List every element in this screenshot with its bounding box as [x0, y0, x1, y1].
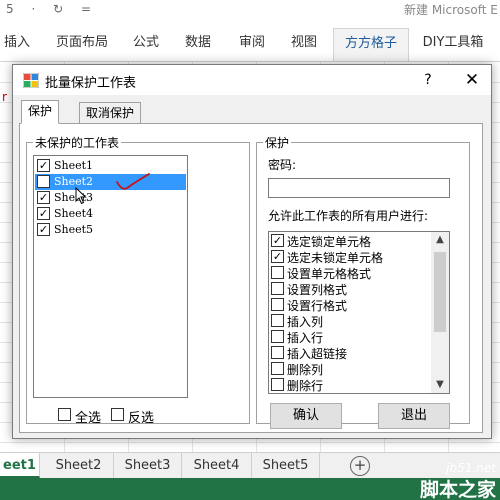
scroll-down-icon[interactable]: ▼	[431, 377, 449, 393]
customize-qat-icon[interactable]: =	[81, 2, 91, 16]
sheet-checkbox[interactable]: ✓	[37, 207, 50, 220]
mouse-cursor-icon	[75, 187, 87, 205]
sheet-tab-2[interactable]: Sheet2	[44, 453, 114, 478]
permission-label: 设置单元格格式	[287, 267, 372, 281]
ribbon-tab-formulas[interactable]: 公式	[128, 28, 164, 61]
permission-label: 删除列	[287, 363, 324, 377]
close-button[interactable]: ✕	[457, 69, 487, 91]
protect-options-label: 保护	[263, 134, 292, 151]
invert-selection-label: 反选	[128, 411, 155, 426]
sheet-tab-4[interactable]: Sheet4	[182, 453, 252, 478]
allow-users-label: 允许此工作表的所有用户进行:	[268, 209, 429, 223]
permission-label: 插入行	[287, 331, 324, 345]
ribbon-tab-fangfang[interactable]: 方方格子	[333, 28, 409, 61]
ribbon-tab-bar: 插入 页面布局 公式 数据 审阅 视图 方方格子 DIY工具箱	[0, 28, 500, 62]
list-item[interactable]: ✓ Sheet3	[35, 190, 186, 206]
exit-button[interactable]: 退出	[378, 403, 450, 429]
sheet-tab-3[interactable]: Sheet3	[114, 453, 182, 478]
app-icon	[23, 73, 39, 88]
scroll-thumb[interactable]	[434, 252, 446, 332]
sheet-checkbox[interactable]	[37, 175, 50, 188]
sheet-tab-1[interactable]: eet1	[0, 453, 40, 478]
permission-label: 插入超链接	[287, 347, 348, 361]
ribbon-tab-review[interactable]: 审阅	[234, 28, 270, 61]
sheet-name: Sheet5	[54, 223, 94, 236]
undo-icon[interactable]: 5	[6, 2, 14, 16]
cell-red-mark: r	[2, 90, 7, 104]
sheet-name: Sheet4	[54, 207, 94, 220]
ribbon-tab-view[interactable]: 视图	[286, 28, 322, 61]
watermark-url: jb51.net	[446, 461, 496, 475]
list-item[interactable]: ✓ Sheet5	[35, 222, 186, 238]
excel-title-bar: 5 · ↻ = 新建 Microsoft E	[0, 0, 500, 28]
select-all-label: 全选	[75, 411, 102, 426]
sheet-checkbox[interactable]: ✓	[37, 223, 50, 236]
permission-label: 设置列格式	[287, 283, 348, 297]
permission-label: 选定锁定单元格	[287, 235, 372, 249]
site-watermark: jb51.net 脚本之家	[410, 461, 500, 500]
list-item[interactable]: Sheet2	[35, 174, 186, 190]
add-sheet-icon[interactable]: +	[350, 456, 370, 476]
unprotected-sheets-label: 未保护的工作表	[33, 134, 122, 151]
password-label: 密码:	[268, 158, 297, 172]
redo-icon[interactable]: ↻	[53, 2, 63, 16]
sheet-tab-5[interactable]: Sheet5	[252, 453, 320, 478]
dialog-title-bar[interactable]: 批量保护工作表 ? ✕	[13, 65, 491, 95]
list-item[interactable]: ✓ Sheet1	[35, 158, 186, 174]
ribbon-tab-data[interactable]: 数据	[180, 28, 216, 61]
tab-unprotect[interactable]: 取消保护	[79, 102, 142, 124]
red-check-annotation	[116, 173, 150, 190]
scroll-up-icon[interactable]: ▲	[431, 232, 449, 248]
sheet-checkbox[interactable]: ✓	[37, 159, 50, 172]
sheet-name: Sheet3	[54, 191, 94, 204]
ribbon-tab-insert[interactable]: 插入	[0, 28, 34, 61]
sheet-name: Sheet2	[54, 175, 94, 188]
permissions-list[interactable]: ✓ 选定锁定单元格 ✓ 选定未锁定单元格 设置单元格格式 设置列格式 设置行格式…	[268, 231, 450, 394]
permission-label: 选定未锁定单元格	[287, 251, 384, 265]
confirm-button[interactable]: 确认	[270, 403, 342, 429]
dialog-title: 批量保护工作表	[45, 76, 137, 91]
list-item[interactable]: ✓ Sheet4	[35, 206, 186, 222]
document-title: 新建 Microsoft E	[404, 3, 498, 17]
permission-label: 删除行	[287, 379, 324, 393]
sheet-checkbox[interactable]: ✓	[37, 191, 50, 204]
separator: ·	[31, 2, 36, 16]
permissions-scrollbar[interactable]: ▲ ▼	[431, 232, 449, 393]
help-button[interactable]: ?	[413, 69, 443, 91]
quick-access-toolbar: 5 · ↻ =	[6, 2, 105, 16]
permission-label: 插入列	[287, 315, 324, 329]
password-input[interactable]	[268, 178, 450, 198]
ribbon-tab-diy-toolbox[interactable]: DIY工具箱	[418, 28, 488, 61]
permission-label: 设置行格式	[287, 299, 348, 313]
watermark-text: 脚本之家	[419, 479, 496, 500]
unprotected-sheet-list[interactable]: ✓ Sheet1 Sheet2 ✓ Sheet3 ✓ Sheet4 ✓ Shee…	[33, 155, 188, 398]
tab-protect[interactable]: 保护	[21, 100, 60, 124]
ribbon-tab-page-layout[interactable]: 页面布局	[52, 28, 112, 61]
sheet-name: Sheet1	[54, 159, 94, 172]
batch-protect-dialog: 批量保护工作表 ? ✕ 保护 取消保护 未保护的工作表 保护 ✓ Sheet1 …	[12, 64, 492, 439]
